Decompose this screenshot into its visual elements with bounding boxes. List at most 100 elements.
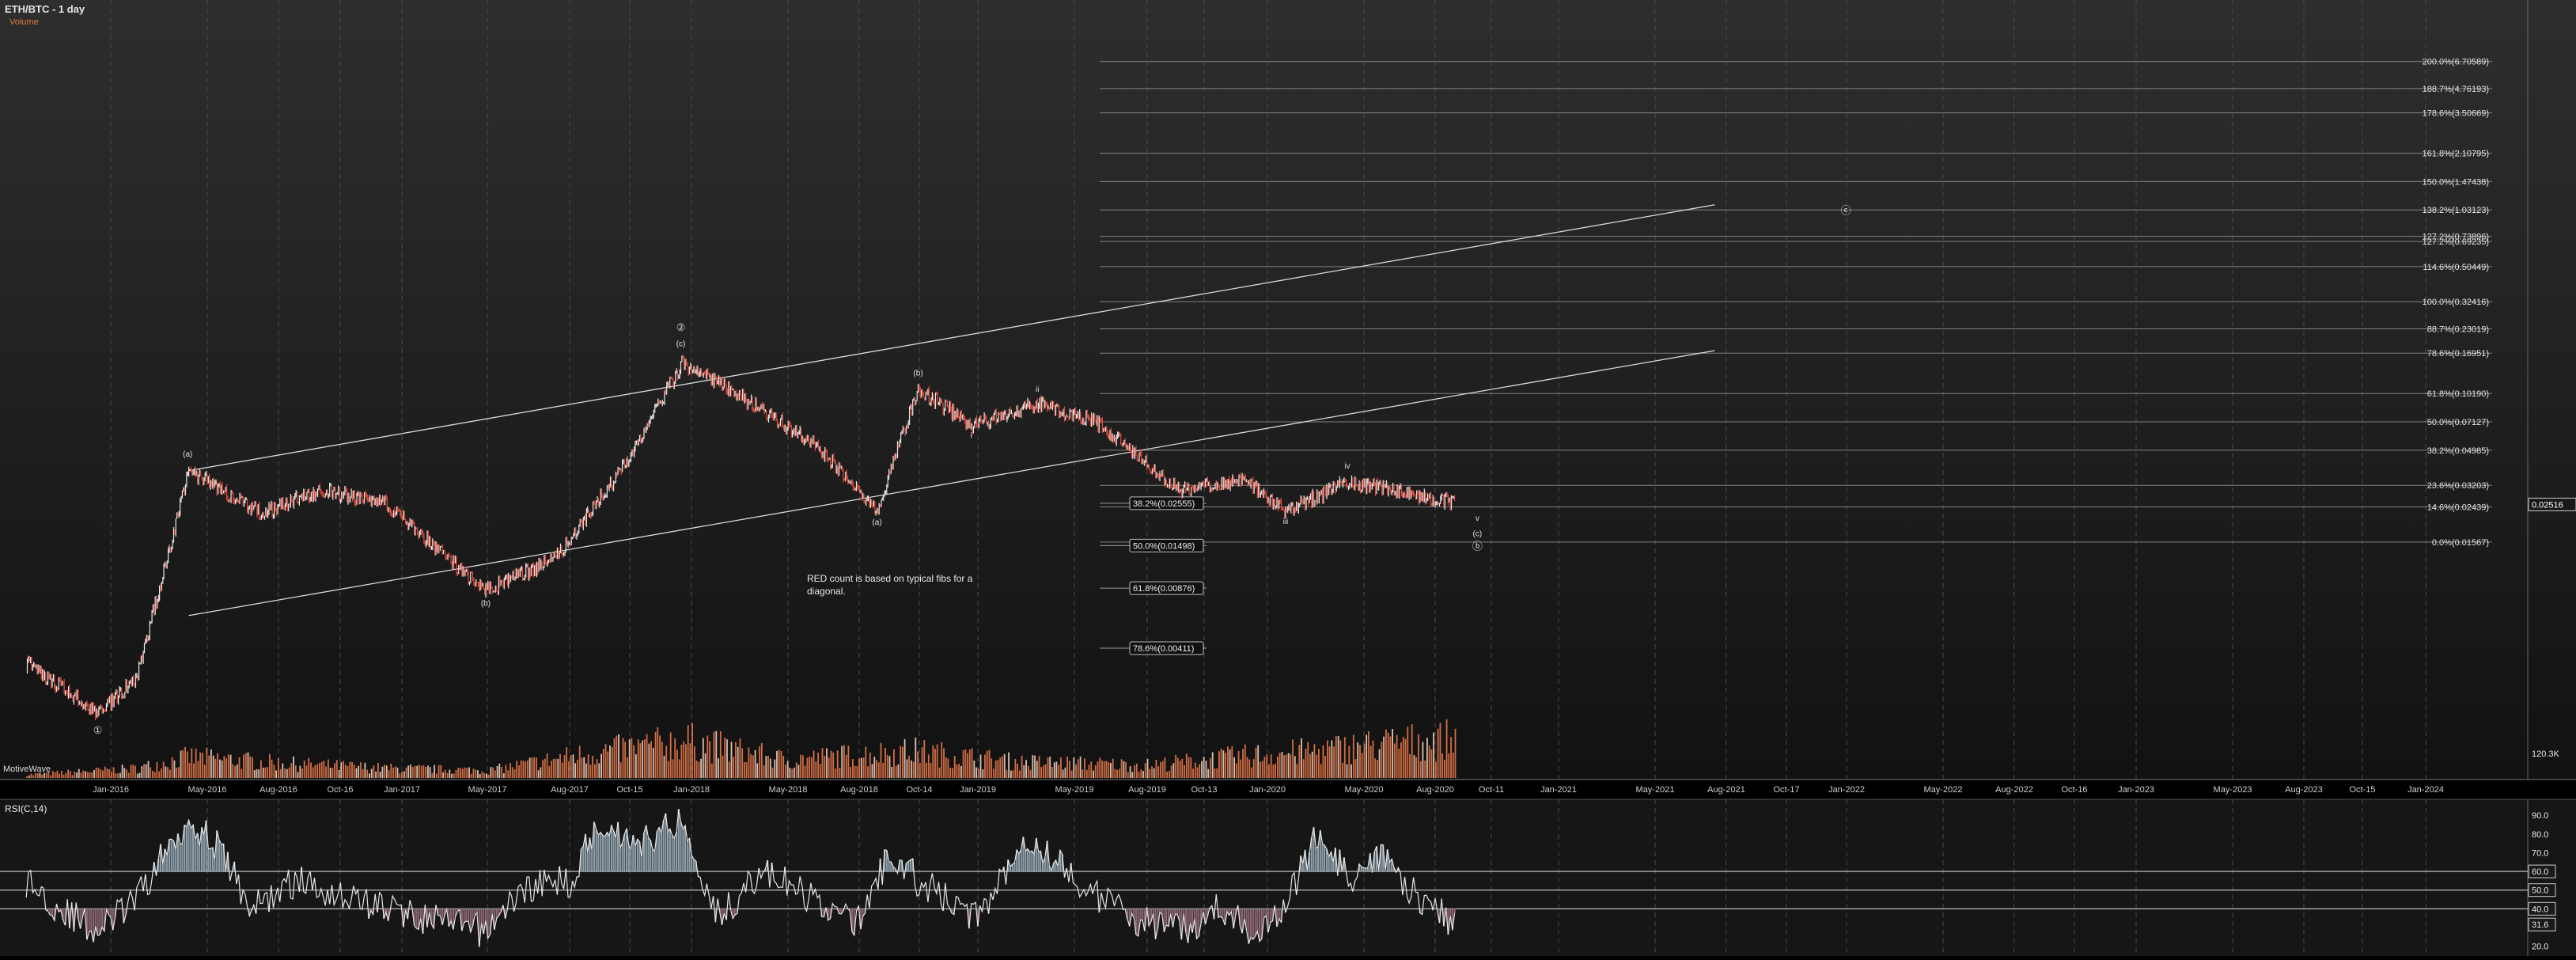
volume-bar (926, 762, 927, 778)
volume-bar (1302, 759, 1305, 778)
rsi-tick-label: 31.6 (2532, 920, 2548, 930)
volume-bar (1029, 769, 1032, 778)
volume-bar (279, 768, 282, 778)
volume-bar (1407, 727, 1409, 778)
chart-canvas[interactable]: Jan-2016 May-2016 Aug-2016 Oct-16 Jan-2017 Ma… (0, 0, 2576, 956)
volume-bar (986, 750, 988, 778)
volume-bar (453, 773, 455, 778)
volume-bar (282, 763, 284, 778)
volume-bar (199, 752, 202, 778)
volume-bar (1099, 757, 1101, 778)
x-tick-label: May-2016 (188, 785, 227, 795)
volume-bar (962, 749, 964, 778)
volume-bar (888, 756, 891, 778)
volume-bar (1082, 769, 1084, 778)
volume-bar (481, 771, 483, 778)
volume-bar (1034, 755, 1036, 778)
volume-bar (232, 764, 234, 778)
volume-bar (806, 757, 809, 778)
volume-bar (180, 750, 182, 778)
volume-bar (546, 753, 548, 778)
volume-bar (1014, 758, 1017, 778)
volume-bar (1201, 761, 1203, 778)
volume-bar (176, 768, 177, 778)
volume-bar (470, 773, 472, 778)
volume-bar (71, 775, 74, 778)
volume-bar (416, 765, 419, 778)
volume-bar (570, 754, 572, 778)
volume-bar (832, 752, 835, 778)
volume-bar (528, 757, 531, 778)
volume-bar (869, 752, 871, 778)
x-tick-label: May-2022 (1924, 785, 1963, 795)
volume-bar (106, 768, 108, 778)
volume-bar (791, 768, 794, 778)
volume-bar (1188, 757, 1190, 778)
volume-bar (1120, 759, 1123, 778)
volume-bar (243, 754, 244, 778)
volume-bar (206, 747, 208, 778)
volume-bar (150, 767, 152, 778)
volume-bar (212, 755, 214, 778)
volume-bar (247, 752, 249, 778)
volume-bar (997, 760, 999, 778)
wave-label: ① (93, 724, 103, 736)
volume-bar (680, 744, 683, 778)
x-tick-label: May-2019 (1055, 785, 1094, 795)
x-tick-label: Jan-2023 (2118, 785, 2154, 795)
chart-title: ETH/BTC - 1 day (5, 3, 85, 15)
volume-bar (343, 761, 344, 778)
volume-bar (1205, 761, 1207, 778)
volume-bar (817, 753, 819, 778)
volume-bar (202, 753, 203, 778)
volume-bar (809, 757, 810, 778)
chart-svg[interactable]: Jan-2016 May-2016 Aug-2016 Oct-16 Jan-2017 Ma… (0, 0, 2576, 956)
volume-bar (1090, 761, 1093, 778)
x-tick-label: Aug-2023 (2285, 785, 2323, 795)
volume-bar (1430, 749, 1433, 778)
volume-bar (1184, 765, 1185, 778)
volume-bar (1199, 764, 1201, 778)
fib-label: 127.2%(0.69235) (2423, 237, 2489, 247)
volume-bar (52, 771, 54, 778)
volume-bar (117, 773, 119, 778)
volume-bar (794, 767, 795, 778)
volume-bar (585, 763, 587, 778)
volume-bar (449, 769, 451, 778)
volume-bar (169, 769, 171, 778)
volume-bar (1129, 766, 1131, 778)
volume-bar (1008, 752, 1010, 778)
volume-bar (238, 757, 241, 778)
volume-bar (537, 770, 540, 778)
volume-bar (293, 756, 294, 778)
volume-bar (1292, 739, 1294, 778)
rsi-tick-label: 40.0 (2532, 905, 2548, 914)
volume-bar (1049, 757, 1051, 778)
x-tick-label: Aug-2018 (840, 785, 878, 795)
volume-bar (1450, 737, 1452, 778)
volume-bar (1320, 764, 1322, 778)
volume-bar (460, 768, 461, 778)
volume-bar (1185, 753, 1188, 778)
volume-bar (1296, 764, 1298, 778)
volume-bar (877, 762, 880, 778)
volume-bar (28, 775, 30, 778)
volume-bar (1343, 737, 1346, 778)
volume-bar (936, 744, 938, 778)
volume-bar (633, 745, 635, 778)
volume-bar (1084, 758, 1085, 778)
x-tick-label: Aug-2019 (1128, 785, 1166, 795)
volume-bar (737, 746, 739, 778)
volume-bar (444, 769, 446, 778)
volume-bar (505, 765, 507, 778)
volume-bar (80, 772, 82, 778)
volume-bar (67, 769, 69, 778)
volume-bar (1268, 764, 1270, 778)
volume-bar (1257, 745, 1260, 778)
volume-bar (161, 768, 162, 778)
volume-bar (561, 762, 563, 778)
rsi-tick-label: 90.0 (2532, 811, 2548, 821)
volume-bar (1309, 753, 1311, 778)
volume-bar (1088, 765, 1090, 778)
volume-bar (262, 767, 264, 778)
